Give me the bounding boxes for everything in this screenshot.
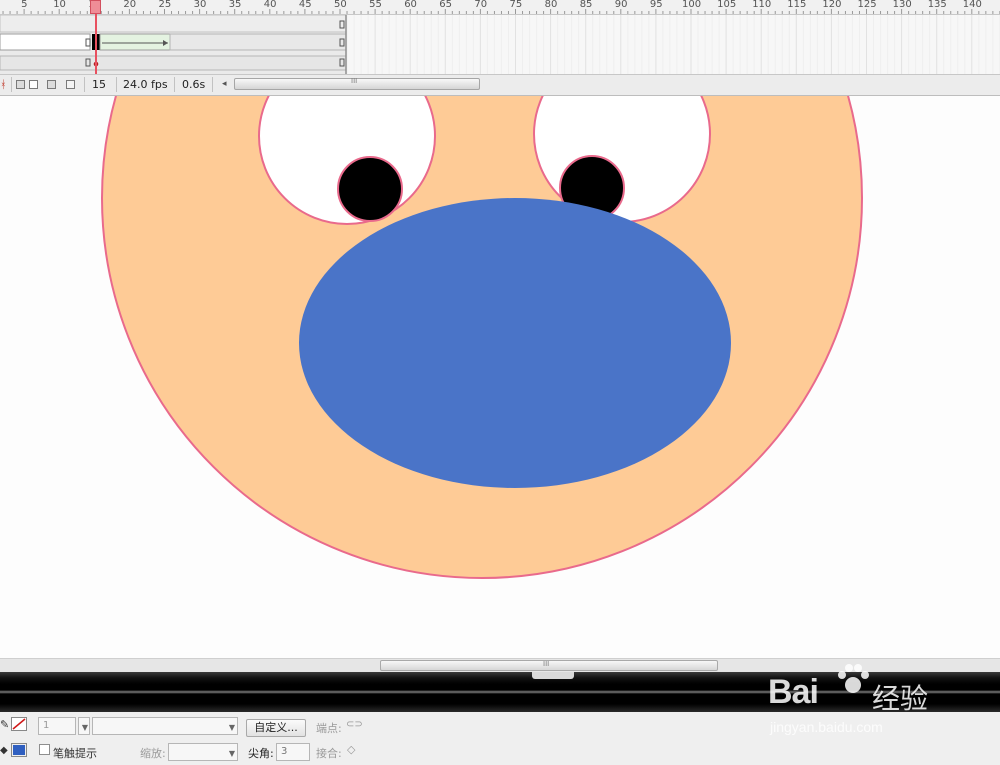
ruler-label: 65 <box>439 0 453 10</box>
stroke-color-swatch[interactable] <box>11 717 27 731</box>
stroke-size-input[interactable]: 1 <box>38 717 76 735</box>
frame-ruler[interactable]: 5101520253035404550556065707580859095100… <box>0 0 1000 15</box>
center-frame-icon[interactable]: ᚼ <box>0 78 7 91</box>
pencil-icon[interactable]: ✎ <box>0 718 9 731</box>
miter-label: 尖角: <box>248 747 274 760</box>
properties-panel: ✎ 1 ▼ ▼ 自定义... 端点: ⊂⊃ ◆ 笔触提示 缩放: ▼ 尖角: 3… <box>0 712 1000 765</box>
frame-rate-display[interactable]: 24.0 fps <box>119 77 172 92</box>
no-stroke-icon <box>12 718 26 730</box>
stage-scroll-thumb[interactable]: III <box>380 660 718 671</box>
mouth-shape <box>299 198 731 488</box>
ruler-label: 60 <box>404 0 417 10</box>
ruler-label: 95 <box>649 0 663 10</box>
ruler-label: 80 <box>544 0 558 10</box>
stroke-size-dropdown[interactable]: ▼ <box>78 717 90 735</box>
stage-artwork <box>101 96 863 579</box>
ruler-label: 85 <box>579 0 593 10</box>
scroll-left-arrow-icon[interactable]: ◂ <box>218 77 231 92</box>
scroll-thumb-grip-icon: III <box>351 77 358 85</box>
ruler-label: 100 <box>682 0 702 10</box>
ruler-label: 5 <box>21 0 28 10</box>
ruler-label: 45 <box>298 0 312 10</box>
ruler-label: 90 <box>614 0 628 10</box>
ruler-label: 105 <box>717 0 737 10</box>
ruler-label: 35 <box>228 0 242 10</box>
ruler-label: 40 <box>263 0 277 10</box>
fill-color-swatch[interactable] <box>11 743 27 757</box>
join-label: 接合: <box>316 747 342 760</box>
onion-skin-icon[interactable] <box>16 80 25 89</box>
edit-multiple-frames-icon[interactable] <box>47 80 56 89</box>
miter-input[interactable]: 3 <box>276 743 310 761</box>
ruler-label: 10 <box>53 0 66 10</box>
chevron-down-icon: ▼ <box>228 723 235 732</box>
cap-label: 端点: <box>316 722 342 735</box>
onion-skin-outlines-icon[interactable] <box>29 80 38 89</box>
ruler-label: 20 <box>123 0 137 10</box>
ruler-label: 110 <box>752 0 772 10</box>
ruler-label: 70 <box>474 0 488 10</box>
customize-button[interactable]: 自定义... <box>246 719 306 737</box>
ruler-label: 30 <box>193 0 207 10</box>
ruler-label: 115 <box>787 0 807 10</box>
scale-dropdown[interactable]: ▼ <box>168 743 238 761</box>
stroke-hinting-label: 笔触提示 <box>53 747 97 760</box>
ruler-label: 120 <box>822 0 842 10</box>
stage-scroll-grip-icon: III <box>543 660 550 668</box>
ruler-label: 135 <box>927 0 947 10</box>
timeline-panel: 5101520253035404550556065707580859095100… <box>0 0 1000 77</box>
elapsed-time-display: 0.6s <box>182 78 206 91</box>
stroke-style-dropdown[interactable]: ▼ <box>92 717 238 735</box>
ruler-ticks <box>2 9 1000 14</box>
frame-grid[interactable] <box>0 15 1000 75</box>
scale-label: 缩放: <box>140 747 166 760</box>
stage-canvas[interactable] <box>0 96 1000 658</box>
cap-style-icon[interactable]: ⊂⊃ <box>346 719 363 730</box>
stage-horizontal-scrollbar[interactable]: III <box>0 658 1000 673</box>
current-frame-display: 15 <box>92 78 106 91</box>
timeline-scroll-thumb[interactable]: III <box>234 77 480 90</box>
timeline-status-bar: ᚼ 15 24.0 fps 0.6s ◂ III <box>0 74 1000 96</box>
playhead[interactable] <box>90 0 101 14</box>
chevron-down-icon: ▼ <box>81 723 88 732</box>
ruler-label: 50 <box>334 0 347 10</box>
stroke-hinting-checkbox[interactable] <box>39 744 50 755</box>
chevron-down-icon: ▼ <box>228 749 235 758</box>
modify-onion-markers-icon[interactable] <box>66 80 75 89</box>
join-style-icon[interactable]: ◇ <box>347 743 355 756</box>
panel-divider[interactable] <box>0 672 1000 712</box>
collapse-panel-tab[interactable] <box>532 672 574 679</box>
ruler-label: 130 <box>892 0 912 10</box>
left-pupil <box>337 156 403 222</box>
paint-bucket-icon[interactable]: ◆ <box>0 745 8 756</box>
ruler-label: 25 <box>158 0 172 10</box>
ruler-label: 125 <box>857 0 877 10</box>
ruler-label: 140 <box>962 0 982 10</box>
ruler-label: 55 <box>369 0 382 10</box>
ruler-label: 75 <box>509 0 523 10</box>
